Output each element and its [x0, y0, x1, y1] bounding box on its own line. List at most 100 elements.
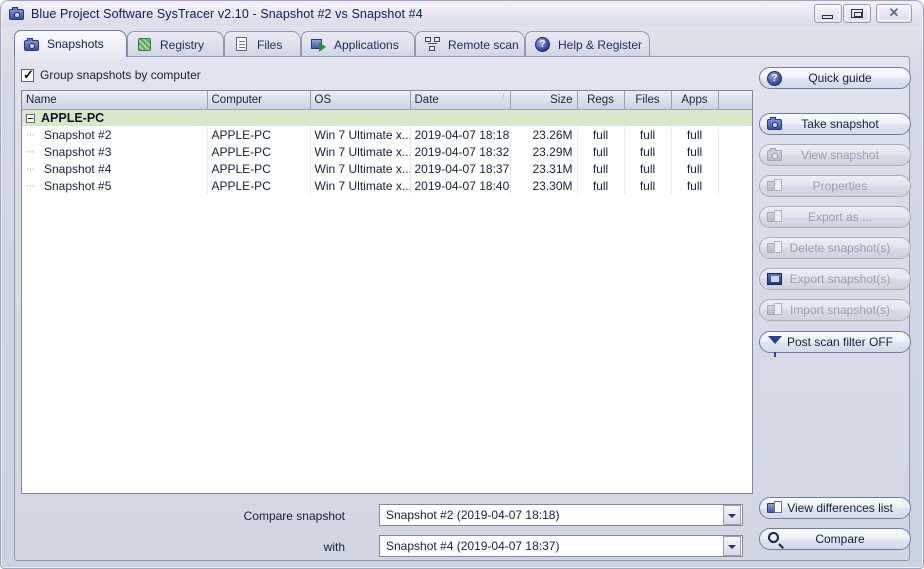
funnel-icon — [767, 334, 784, 357]
cell-size: 23.30M — [510, 177, 578, 194]
title-bar: Blue Project Software SysTracer v2.10 - … — [2, 1, 922, 26]
table-row[interactable]: ··· Snapshot #3 APPLE-PC Win 7 Ultimate x… — [22, 143, 752, 160]
group-row-cell: APPLE-PC — [22, 109, 752, 126]
group-snapshots-label: Group snapshots by computer — [40, 68, 201, 82]
column-header-os[interactable]: OS — [310, 91, 411, 110]
with-snapshot-value: Snapshot #4 (2019-04-07 18:37) — [386, 539, 560, 553]
export-snapshots-button[interactable]: Export snapshot(s) — [759, 268, 911, 290]
column-header-size[interactable]: Size — [510, 91, 578, 110]
tab-remote-scan[interactable]: Remote scan — [415, 31, 525, 57]
table-row[interactable]: ··· Snapshot #2 APPLE-PC Win 7 Ultimate x… — [22, 126, 752, 143]
export-file-icon — [767, 271, 784, 287]
view-differences-list-button[interactable]: View differences list — [759, 497, 911, 519]
cell-computer: APPLE-PC — [207, 143, 311, 160]
properties-icon — [767, 178, 784, 194]
cell-name: ··· Snapshot #2 — [22, 126, 208, 143]
collapse-icon[interactable] — [26, 113, 35, 123]
take-snapshot-button[interactable]: Take snapshot — [759, 113, 911, 135]
cell-size: 23.29M — [510, 143, 578, 160]
cell-filler — [718, 160, 752, 177]
delete-snapshots-button[interactable]: Delete snapshot(s) — [759, 237, 911, 259]
cell-files: full — [624, 126, 672, 143]
cell-apps: full — [671, 126, 719, 143]
cell-apps: full — [671, 160, 719, 177]
with-snapshot-select[interactable]: Snapshot #4 (2019-04-07 18:37) — [379, 535, 743, 557]
compare-snapshot-value: Snapshot #2 (2019-04-07 18:18) — [386, 508, 560, 522]
tab-snapshots[interactable]: Snapshots — [14, 30, 127, 57]
compare-snapshot-label: Compare snapshot — [243, 509, 345, 523]
cell-date: 2019-04-07 18:40 — [410, 177, 511, 194]
tab-registry[interactable]: Registry — [127, 31, 224, 57]
cell-regs: full — [577, 143, 625, 160]
compare-snapshot-select[interactable]: Snapshot #2 (2019-04-07 18:18) — [379, 504, 743, 526]
cell-name: ··· Snapshot #3 — [22, 143, 208, 160]
column-header-regs[interactable]: Regs — [577, 91, 625, 110]
tab-help-register[interactable]: Help & Register — [525, 31, 650, 57]
cell-size: 23.26M — [510, 126, 578, 143]
network-icon — [425, 37, 441, 52]
minimize-icon — [822, 15, 833, 19]
snapshots-panel: ✓ Group snapshots by computer Name Compu… — [14, 56, 911, 561]
view-snapshot-button[interactable]: View snapshot — [759, 144, 911, 166]
column-header-files[interactable]: Files — [624, 91, 672, 110]
column-header-filler — [718, 91, 752, 110]
cell-filler — [718, 126, 752, 143]
compare-button[interactable]: Compare — [759, 528, 911, 550]
cell-computer: APPLE-PC — [207, 126, 311, 143]
cell-name: ··· Snapshot #4 — [22, 160, 208, 177]
close-icon: ✕ — [888, 5, 900, 20]
close-button[interactable]: ✕ — [876, 4, 912, 23]
export-as-button[interactable]: Export as ... — [759, 206, 911, 228]
cell-files: full — [624, 160, 672, 177]
cell-files: full — [624, 143, 672, 160]
cell-size: 23.31M — [510, 160, 578, 177]
properties-button[interactable]: Properties — [759, 175, 911, 197]
column-header-name[interactable]: Name — [22, 91, 208, 110]
tab-label: Applications — [334, 37, 399, 52]
registry-icon — [137, 37, 153, 52]
cell-regs: full — [577, 177, 625, 194]
cell-date: 2019-04-07 18:37 — [410, 160, 511, 177]
magnifier-icon — [767, 531, 784, 547]
tab-label: Registry — [160, 37, 205, 52]
help-icon — [535, 37, 551, 52]
group-row-label: APPLE-PC — [41, 110, 105, 125]
group-snapshots-checkbox-row[interactable]: ✓ Group snapshots by computer — [21, 68, 201, 82]
table-group-row[interactable]: APPLE-PC — [22, 109, 752, 126]
import-snapshots-button[interactable]: Import snapshot(s) — [759, 299, 911, 321]
chevron-down-icon[interactable] — [723, 536, 741, 556]
tab-files[interactable]: Files — [224, 31, 301, 57]
column-header-date[interactable]: Date / — [410, 91, 511, 110]
cell-apps: full — [671, 143, 719, 160]
camera-icon — [24, 37, 40, 52]
maximize-button[interactable] — [843, 4, 871, 23]
tab-applications[interactable]: Applications — [301, 31, 415, 57]
column-header-apps[interactable]: Apps — [671, 91, 719, 110]
cell-computer: APPLE-PC — [207, 177, 311, 194]
table-header-row: Name Computer OS Date / Size Regs Files … — [22, 91, 752, 110]
column-header-computer[interactable]: Computer — [207, 91, 311, 110]
delete-icon — [767, 240, 784, 256]
minimize-button[interactable] — [814, 4, 842, 23]
sort-ascending-icon: / — [501, 92, 505, 104]
column-header-date-label: Date — [414, 93, 439, 106]
cell-os: Win 7 Ultimate x... — [310, 143, 411, 160]
cell-name: ··· Snapshot #5 — [22, 177, 208, 194]
camera-view-icon — [767, 147, 784, 163]
check-icon: ✓ — [23, 66, 34, 82]
cell-date: 2019-04-07 18:18 — [410, 126, 511, 143]
post-scan-filter-button[interactable]: Post scan filter OFF — [759, 331, 911, 357]
window-title: Blue Project Software SysTracer v2.10 - … — [31, 6, 423, 21]
tab-label: Snapshots — [47, 37, 104, 51]
cell-os: Win 7 Ultimate x... — [310, 160, 411, 177]
with-label: with — [323, 540, 345, 554]
group-snapshots-checkbox[interactable]: ✓ — [21, 66, 34, 82]
table-row[interactable]: ··· Snapshot #5 APPLE-PC Win 7 Ultimate x… — [22, 177, 752, 194]
snapshots-table[interactable]: Name Computer OS Date / Size Regs Files … — [21, 90, 753, 494]
table-row[interactable]: ··· Snapshot #4 APPLE-PC Win 7 Ultimate x… — [22, 160, 752, 177]
chevron-down-icon[interactable] — [723, 505, 741, 525]
cell-apps: full — [671, 177, 719, 194]
quick-guide-button[interactable]: Quick guide — [759, 67, 911, 89]
camera-icon — [9, 6, 25, 22]
tab-label: Remote scan — [448, 37, 519, 52]
